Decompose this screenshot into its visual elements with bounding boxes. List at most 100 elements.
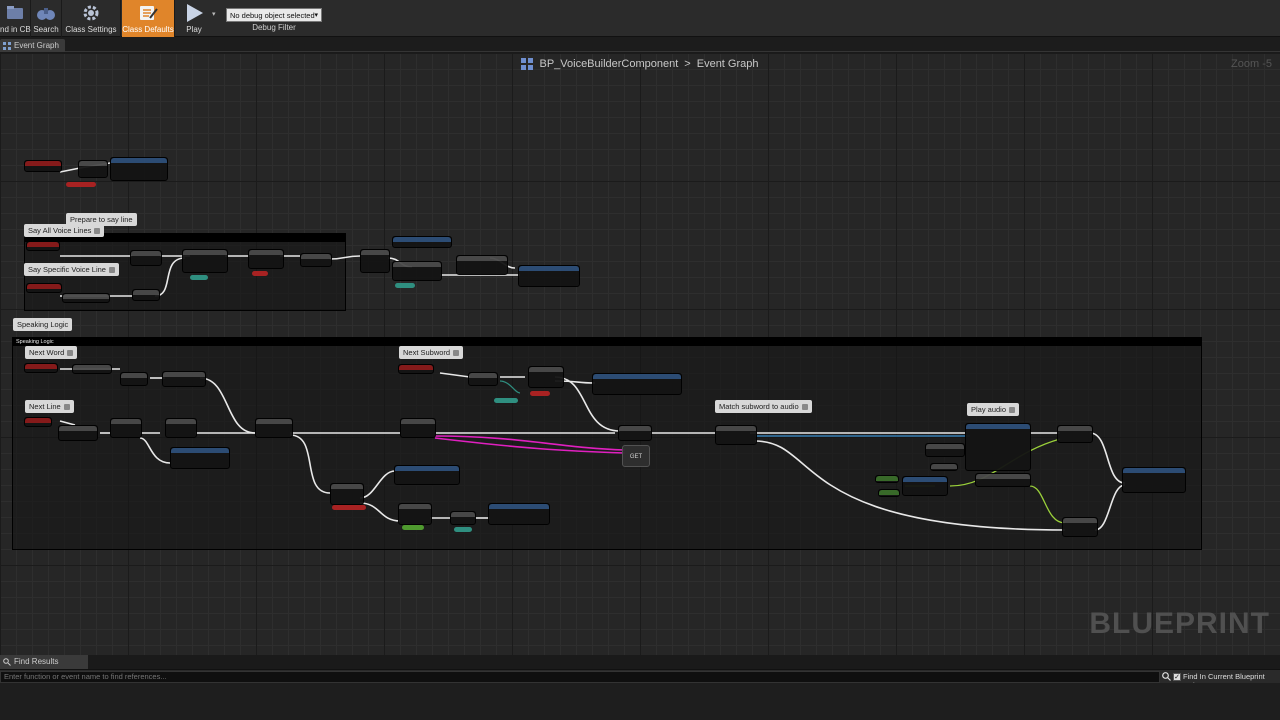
set-node[interactable] (132, 289, 160, 301)
random-float-node[interactable] (902, 476, 948, 496)
next-word-call-node[interactable] (488, 503, 550, 525)
print-node[interactable] (170, 447, 230, 469)
array-pin[interactable] (190, 275, 208, 280)
comment-bubble-next-word[interactable]: Next Word (25, 346, 78, 359)
split-subword-node[interactable] (400, 418, 436, 438)
find-in-cb-icon (4, 3, 26, 23)
delay-2-node[interactable] (398, 503, 432, 525)
float-var-node[interactable] (875, 475, 899, 483)
delay-node[interactable] (456, 255, 508, 275)
float-pin[interactable] (402, 525, 424, 530)
pin-d[interactable] (494, 398, 518, 403)
event-next-line-node[interactable] (24, 417, 52, 427)
volume-var-node[interactable] (930, 463, 958, 471)
event-next-subword-node[interactable] (398, 364, 434, 374)
event-graph-canvas[interactable]: BP_VoiceBuilderComponent > Event Graph Z… (0, 53, 1280, 655)
find-results-tab-label: Find Results (14, 657, 59, 666)
set-variable-node[interactable] (62, 293, 110, 303)
set-index-node[interactable] (162, 371, 206, 387)
branch-node[interactable] (78, 160, 108, 178)
next-subword-call-node[interactable] (592, 373, 682, 395)
search-label: Search (33, 25, 59, 34)
comment-bubble-say-all[interactable]: Say All Voice Lines (24, 224, 105, 237)
class-defaults-icon (137, 3, 159, 23)
for-each-node[interactable] (182, 249, 228, 273)
comment-next-line-text: Next Line (29, 402, 61, 411)
comment-play-audio-text: Play audio (971, 405, 1007, 414)
next-subword-final-node[interactable] (1122, 467, 1186, 493)
get-array-label: GET (629, 454, 643, 460)
chevron-down-icon: ▾ (314, 12, 318, 19)
variable-pin[interactable] (66, 182, 96, 187)
branch-2-node[interactable] (248, 249, 284, 269)
comment-bubble-speaking-logic[interactable]: Speaking Logic (13, 318, 73, 331)
float-op-node[interactable] (450, 511, 476, 525)
find-current-only-checkbox[interactable]: ✓ (1173, 673, 1181, 681)
bind-event-node[interactable] (110, 157, 168, 181)
event-next-word-node[interactable] (24, 363, 58, 373)
comment-bubble-match-subword[interactable]: Match subword to audio (715, 400, 812, 413)
float-var-2-node[interactable] (878, 489, 900, 497)
pin-c[interactable] (454, 527, 472, 532)
array-length-node[interactable] (110, 418, 142, 438)
increment-node[interactable] (120, 372, 148, 386)
string-pin[interactable] (332, 505, 366, 510)
event-say-all-node[interactable] (26, 241, 60, 251)
pin-e[interactable] (530, 391, 550, 396)
sequence-node[interactable] (130, 250, 162, 266)
graph-icon (3, 41, 11, 50)
comment-bubble-play-audio[interactable]: Play audio (967, 403, 1020, 416)
sound-var-node[interactable] (925, 443, 965, 457)
get-array-node[interactable]: GET (622, 445, 650, 467)
comment-speaking-logic-text: Speaking Logic (17, 320, 69, 329)
delay-3-node[interactable] (1057, 425, 1093, 443)
pin-icon (108, 267, 115, 274)
comment-say-all-text: Say All Voice Lines (28, 226, 92, 235)
tab-find-results[interactable]: Find Results (0, 655, 88, 669)
find-results-list (0, 683, 1280, 720)
search-icon (3, 658, 11, 666)
search-icon[interactable] (1162, 672, 1171, 681)
gate-node[interactable] (360, 249, 390, 273)
comment-bubble-next-line[interactable]: Next Line (25, 400, 74, 413)
play-button[interactable]: Play (177, 0, 211, 37)
branch-4-node[interactable] (528, 366, 564, 388)
pin-icon (1009, 407, 1016, 414)
play-sound-node[interactable] (965, 423, 1031, 471)
timer-node[interactable] (392, 236, 452, 248)
get-word-node[interactable] (72, 364, 112, 374)
play-sound-2-node[interactable] (1062, 517, 1098, 537)
assign-node[interactable] (300, 253, 332, 267)
bool-pin[interactable] (252, 271, 268, 276)
comment-bubble-say-specific[interactable]: Say Specific Voice Line (24, 263, 119, 276)
find-references-input[interactable] (0, 671, 1160, 683)
split-node[interactable] (165, 418, 197, 438)
pin-b[interactable] (395, 283, 415, 288)
debug-print-node[interactable] (394, 465, 460, 485)
pin-icon (63, 404, 70, 411)
tab-event-graph[interactable]: Event Graph (0, 39, 65, 52)
set-word-node[interactable] (518, 265, 580, 287)
subword-increment-node[interactable] (468, 372, 498, 386)
call-node[interactable] (392, 261, 442, 281)
event-begin-play-node[interactable] (24, 160, 62, 172)
branch-3-node[interactable] (330, 483, 364, 505)
class-settings-button[interactable]: Class Settings (62, 0, 121, 37)
find-audio-node[interactable] (715, 425, 757, 445)
event-say-specific-node[interactable] (26, 283, 62, 293)
debug-filter-label: Debug Filter (252, 23, 296, 32)
set-pitch-node[interactable] (975, 473, 1031, 487)
comment-bubble-next-subword[interactable]: Next Subword (399, 346, 464, 359)
pin-icon (94, 228, 101, 235)
wires-layer (59, 162, 1126, 531)
next-line-set-node[interactable] (58, 425, 98, 441)
comment-next-word-text: Next Word (29, 348, 65, 357)
class-defaults-button[interactable]: Class Defaults (122, 0, 175, 37)
debug-object-select[interactable]: No debug object selected ▾ (226, 8, 322, 22)
match-word-node[interactable] (255, 418, 293, 438)
comment-next-subword-text: Next Subword (403, 348, 451, 357)
subword-array-node[interactable] (618, 425, 652, 441)
search-button[interactable]: Search (31, 0, 62, 37)
find-in-cb-button[interactable]: Find in CB (0, 0, 31, 37)
play-options-chevron-icon[interactable]: ▾ (212, 10, 216, 18)
